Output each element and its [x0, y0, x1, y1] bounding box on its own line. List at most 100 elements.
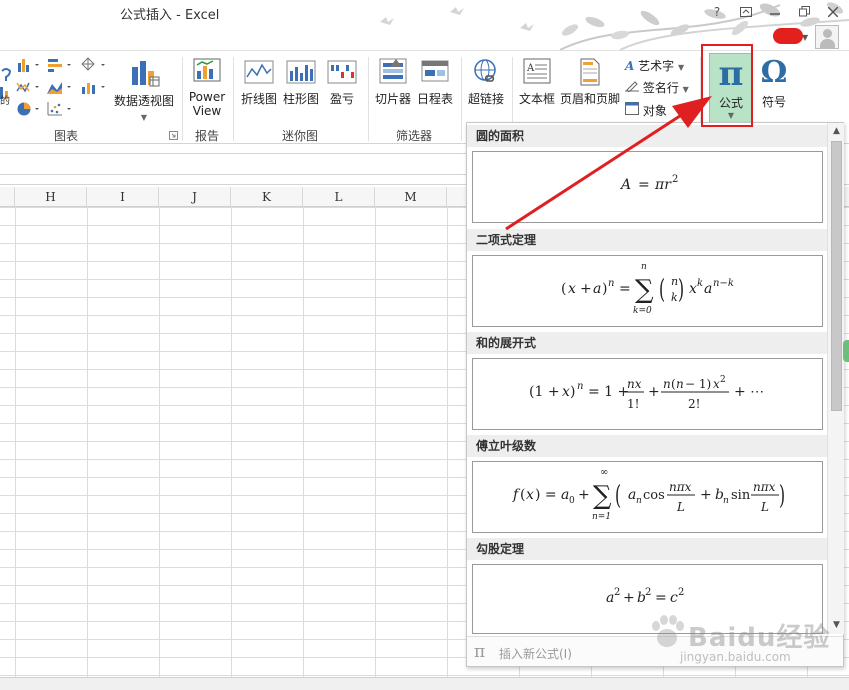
equation-render: ( x + a ) n = ∑ n k=0 ( n k ) x k a n−k [561, 262, 734, 316]
pi-icon: π [474, 642, 486, 662]
pie-chart-icon[interactable] [16, 101, 42, 117]
column-header-edge [0, 187, 15, 207]
gallery-section-title: 傅立叶级数 [467, 435, 827, 457]
power-view-button[interactable]: Power View [185, 57, 229, 118]
svg-text:): ) [779, 481, 785, 511]
ribbon-display-options-button[interactable] [733, 2, 759, 22]
waterfall-chart-icon[interactable] [80, 56, 110, 74]
sparkline-winloss-icon [327, 60, 357, 84]
text-box-button[interactable]: A 文本框 [515, 57, 559, 107]
watermark-url: jingyan.baidu.com [680, 650, 791, 664]
group-separator [368, 57, 369, 141]
minimize-button[interactable] [762, 2, 788, 22]
svg-text:nπx: nπx [669, 480, 692, 494]
user-name-redacted[interactable] [773, 28, 803, 44]
power-view-icon [193, 58, 221, 82]
svg-text:x: x [713, 377, 720, 391]
svg-text:+: + [580, 281, 592, 297]
equation-gallery: 圆的面积 A = πr 2 二项式定理 ( x + a ) n = ∑ n k=… [466, 122, 844, 667]
watermark-brand: Baidu经验 [688, 623, 831, 653]
gallery-section-title: 二项式定理 [467, 229, 827, 251]
column-header-i[interactable]: I [87, 187, 159, 207]
help-button[interactable]: ? [704, 2, 730, 22]
line-chart-icon[interactable] [16, 79, 42, 95]
timeline-button[interactable]: 日程表 [414, 57, 456, 107]
omega-icon: Ω [760, 55, 788, 90]
gallery-section-title: 和的展开式 [467, 332, 827, 354]
column-chart-icon[interactable] [16, 57, 42, 73]
svg-text:0: 0 [569, 496, 575, 506]
svg-text:k: k [671, 291, 678, 304]
timeline-icon [421, 60, 449, 82]
pivot-chart-button[interactable]: 数据透视图 ▼ [112, 57, 176, 123]
svg-text:= 1 +: = 1 + [588, 384, 629, 400]
avatar[interactable] [815, 25, 839, 49]
svg-text:cos: cos [643, 488, 665, 503]
sparkline-winloss-button[interactable]: 盈亏 [322, 57, 362, 107]
scroll-thumb[interactable] [831, 141, 842, 411]
equation-render: A = πr 2 [619, 174, 678, 193]
svg-text:n=1: n=1 [592, 512, 611, 522]
excel-window: 公式插入 - Excel ? ▼ 的 数据透视图 ▼ 图表 Power View… [0, 0, 849, 690]
svg-text:): ) [602, 281, 607, 297]
sparkline-line-button[interactable]: 折线图 [238, 57, 280, 107]
svg-text:n: n [723, 496, 729, 506]
slicer-button[interactable]: 切片器 [372, 57, 414, 107]
account-dropdown-icon[interactable]: ▼ [802, 33, 808, 42]
svg-text:2: 2 [672, 174, 678, 185]
gallery-section-title: 圆的面积 [467, 125, 827, 147]
svg-text:nπx: nπx [753, 480, 776, 494]
signature-line-button[interactable]: 签名行 ▼ [625, 79, 697, 96]
area-chart-icon[interactable] [46, 79, 76, 95]
svg-text:∑: ∑ [593, 481, 612, 511]
column-header-h[interactable]: H [15, 187, 87, 207]
svg-text:(: ( [671, 377, 676, 391]
scatter-chart-icon[interactable] [46, 101, 76, 117]
column-header-m[interactable]: M [375, 187, 447, 207]
equation-area-of-circle[interactable]: A = πr 2 [472, 151, 823, 223]
wordart-button[interactable]: A 艺术字 ▼ [625, 57, 697, 74]
svg-text:): ) [570, 384, 575, 400]
hierarchy-chart-icon[interactable] [46, 57, 76, 73]
equation-fourier-series[interactable]: f ( x ) = a 0 + ∑ ∞ n=1 ( a n cos nπx L … [472, 461, 823, 533]
object-button[interactable]: 对象 [625, 102, 685, 119]
column-header-j[interactable]: J [159, 187, 231, 207]
symbol-button[interactable]: Ω 符号 [756, 53, 792, 110]
svg-text:k=0: k=0 [633, 306, 652, 316]
svg-text:(: ( [659, 275, 665, 305]
svg-text:+ ⋯: + ⋯ [734, 384, 764, 400]
gallery-section-title: 勾股定理 [467, 538, 827, 560]
svg-text:− 1): − 1) [685, 377, 711, 391]
equation-render: (1 + x ) n = 1 + nx 1! + n ( n − 1) x 2 … [529, 375, 764, 411]
equation-binomial-theorem[interactable]: ( x + a ) n = ∑ n k=0 ( n k ) x k a n−k [472, 255, 823, 327]
svg-text:=: = [655, 590, 667, 606]
dialog-launcher-icon[interactable] [169, 131, 178, 140]
svg-text:n: n [663, 377, 671, 391]
restore-button[interactable] [791, 2, 817, 22]
close-button[interactable] [820, 2, 846, 22]
header-footer-button[interactable]: 页眉和页脚 [559, 57, 621, 107]
watermark: Baidu经验 jingyan.baidu.com [648, 612, 848, 672]
svg-text:1!: 1! [627, 397, 639, 411]
window-title: 公式插入 - Excel [120, 8, 220, 23]
svg-text:∞: ∞ [600, 467, 608, 478]
column-header-l[interactable]: L [303, 187, 375, 207]
column-header-k[interactable]: K [231, 187, 303, 207]
svg-text:c: c [670, 590, 678, 606]
hyperlink-button[interactable]: 超链接 [463, 57, 509, 107]
annotation-highlight-box [701, 44, 753, 127]
sparkline-column-button[interactable]: 柱形图 [280, 57, 322, 107]
svg-text:a: a [593, 281, 601, 297]
svg-text:n: n [636, 496, 642, 506]
gallery-scrollbar[interactable]: ▲ ▼ [827, 123, 844, 634]
combo-chart-icon[interactable] [80, 79, 110, 95]
sparkline-column-icon [286, 60, 316, 84]
equation-expansion-of-sum[interactable]: (1 + x ) n = 1 + nx 1! + n ( n − 1) x 2 … [472, 358, 823, 430]
svg-text:2: 2 [614, 587, 620, 598]
formula-input[interactable] [0, 153, 470, 175]
scroll-up-icon[interactable]: ▲ [831, 126, 842, 136]
pivot-chart-icon [132, 61, 160, 87]
svg-text:∑: ∑ [635, 275, 654, 305]
signature-icon [625, 81, 639, 93]
svg-text:sin: sin [731, 488, 751, 503]
